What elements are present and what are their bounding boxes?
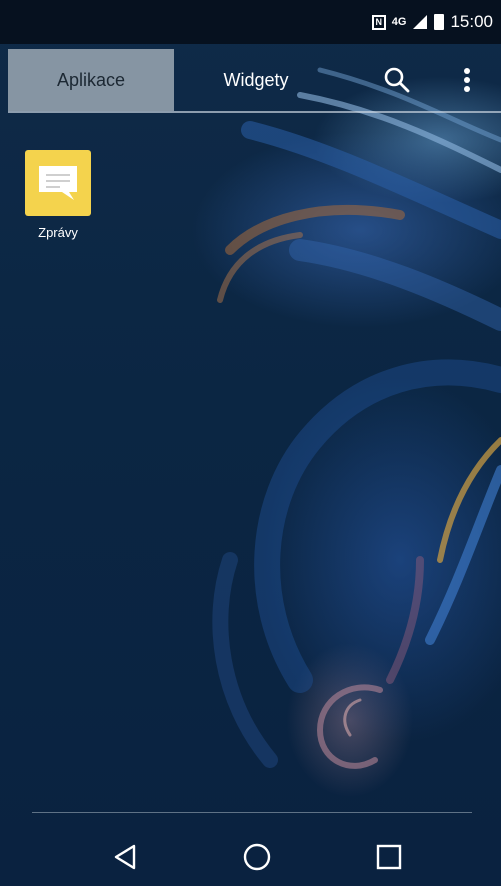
wallpaper: [212, 67, 501, 769]
messages-icon: [25, 150, 91, 216]
signal-icon: [413, 15, 428, 29]
tab-aplikace[interactable]: Aplikace: [8, 49, 174, 111]
nfc-icon: N: [371, 14, 386, 30]
tab-widgety[interactable]: Widgety: [174, 49, 338, 111]
app-drawer-toolbar: Aplikace Widgety: [8, 49, 501, 111]
app-label: Zprávy: [38, 225, 78, 240]
app-shortcut-zpravy[interactable]: Zprávy: [18, 150, 98, 240]
more-vert-icon[interactable]: [444, 49, 490, 111]
back-icon[interactable]: [100, 834, 150, 880]
search-icon[interactable]: [374, 49, 420, 111]
toolbar-divider: [8, 111, 501, 113]
status-bar: N 4G 15:00: [0, 0, 501, 44]
recents-icon[interactable]: [364, 834, 414, 880]
nav-divider: [32, 812, 472, 813]
home-icon[interactable]: [232, 834, 282, 880]
network-type-icon: 4G: [391, 16, 407, 28]
battery-icon: [434, 14, 445, 30]
navigation-bar: [0, 828, 501, 886]
home-screen: N 4G 15:00 Aplikace Widgety Zprávy: [0, 0, 501, 886]
status-time: 15:00: [450, 12, 493, 31]
